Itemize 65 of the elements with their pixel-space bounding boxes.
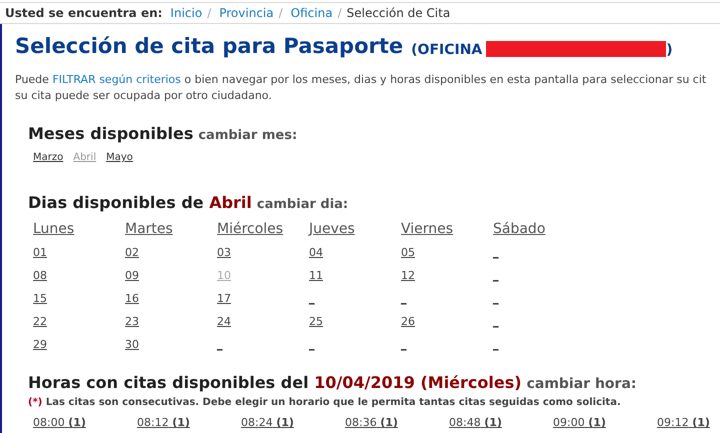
office-label: (OFICINA [411, 43, 482, 57]
time-slot-link[interactable]: 08:24 (1) [241, 415, 345, 432]
month-link[interactable]: Marzo [33, 150, 64, 165]
day-link[interactable]: 17 [217, 290, 231, 307]
day-link[interactable]: 24 [217, 314, 231, 330]
day-link[interactable]: _ [401, 290, 406, 307]
day-link[interactable]: 09 [125, 268, 139, 284]
day-link[interactable]: 23 [125, 314, 139, 330]
day-link[interactable]: 03 [217, 244, 231, 261]
time-slot-link[interactable]: 09:12 (1) [657, 415, 720, 432]
day-link[interactable]: 29 [33, 336, 47, 353]
day-link[interactable]: 11 [309, 268, 323, 284]
change-hour-link[interactable]: cambiar hora: [526, 374, 636, 395]
page-title: Selección de cita para Pasaporte [15, 36, 404, 57]
time-slot-link[interactable]: 08:36 (1) [345, 415, 449, 432]
breadcrumb-separator: / [278, 5, 283, 22]
time-slot-link[interactable]: 08:48 (1) [449, 415, 553, 432]
weekday-header[interactable]: Sábado [493, 218, 546, 240]
breadcrumb-link[interactable]: Provincia [219, 4, 274, 22]
breadcrumb-separator: / [207, 5, 212, 22]
time-slot-link[interactable]: 08:12 (1) [137, 415, 241, 432]
time-slot-link[interactable]: 09:00 (1) [553, 415, 657, 432]
weekday-header[interactable]: Miércoles [217, 218, 284, 240]
day-link[interactable]: _ [217, 336, 222, 353]
weekday-header[interactable]: Viernes [401, 218, 454, 240]
day-link[interactable]: 04 [309, 244, 323, 261]
day-link[interactable]: 12 [401, 268, 415, 284]
intro-text: Puede FILTRAR según criterios o bien navegar por los meses, dias y horas disponibles en esta pantalla para seleccionar su cit [15, 72, 708, 88]
filter-link[interactable]: FILTRAR según criterios [52, 73, 181, 86]
breadcrumb-label: Usted se encuentra en: [5, 5, 162, 22]
day-link[interactable]: _ [493, 314, 498, 330]
breadcrumb-current: Selección de Cita [346, 5, 450, 22]
office-label-end: ) [666, 43, 673, 57]
day-link[interactable]: _ [401, 336, 406, 353]
day-link[interactable]: _ [493, 244, 498, 261]
day-link[interactable]: _ [493, 290, 498, 307]
change-day-link[interactable]: cambiar dia: [256, 195, 348, 214]
day-link[interactable]: 25 [309, 314, 323, 330]
section-heading: Dias disponibles de Abril [28, 192, 252, 214]
day-link[interactable]: 08 [33, 268, 47, 284]
section-heading: Meses disponibles [28, 123, 194, 145]
weekday-header[interactable]: Martes [125, 218, 173, 240]
section-heading: Horas con citas disponibles del 10/04/2019 (Miércoles) [28, 372, 522, 394]
change-month-link[interactable]: cambiar mes: [198, 126, 298, 146]
month-link[interactable]: Mayo [106, 150, 133, 165]
day-link[interactable]: 22 [33, 314, 47, 330]
day-link[interactable]: 15 [33, 290, 47, 307]
day-link[interactable]: _ [493, 268, 498, 284]
day-link[interactable]: _ [309, 336, 314, 353]
day-link[interactable]: 02 [125, 244, 139, 261]
breadcrumb-link[interactable]: Oficina [290, 4, 333, 22]
weekday-header[interactable]: Jueves [309, 218, 355, 240]
breadcrumb-link[interactable]: Inicio [170, 4, 202, 22]
day-link[interactable]: _ [309, 290, 314, 307]
time-slot-link[interactable]: 08:00 (1) [33, 415, 137, 432]
day-link[interactable]: 26 [401, 314, 415, 330]
day-link[interactable]: 05 [401, 244, 415, 261]
day-link[interactable]: 30 [125, 336, 139, 353]
day-link[interactable]: _ [493, 336, 498, 353]
weekday-header[interactable]: Lunes [33, 218, 74, 240]
day-link[interactable]: 01 [33, 244, 47, 261]
breadcrumb-separator: / [338, 5, 342, 22]
day-link[interactable]: 16 [125, 290, 139, 307]
intro-text: su cita puede ser ocupada por otro ciudadano. [15, 88, 273, 104]
consecutive-note: (*) Las citas son consecutivas. Debe elegir un horario que le permita tantas citas seguidas como solicita. [28, 396, 622, 410]
